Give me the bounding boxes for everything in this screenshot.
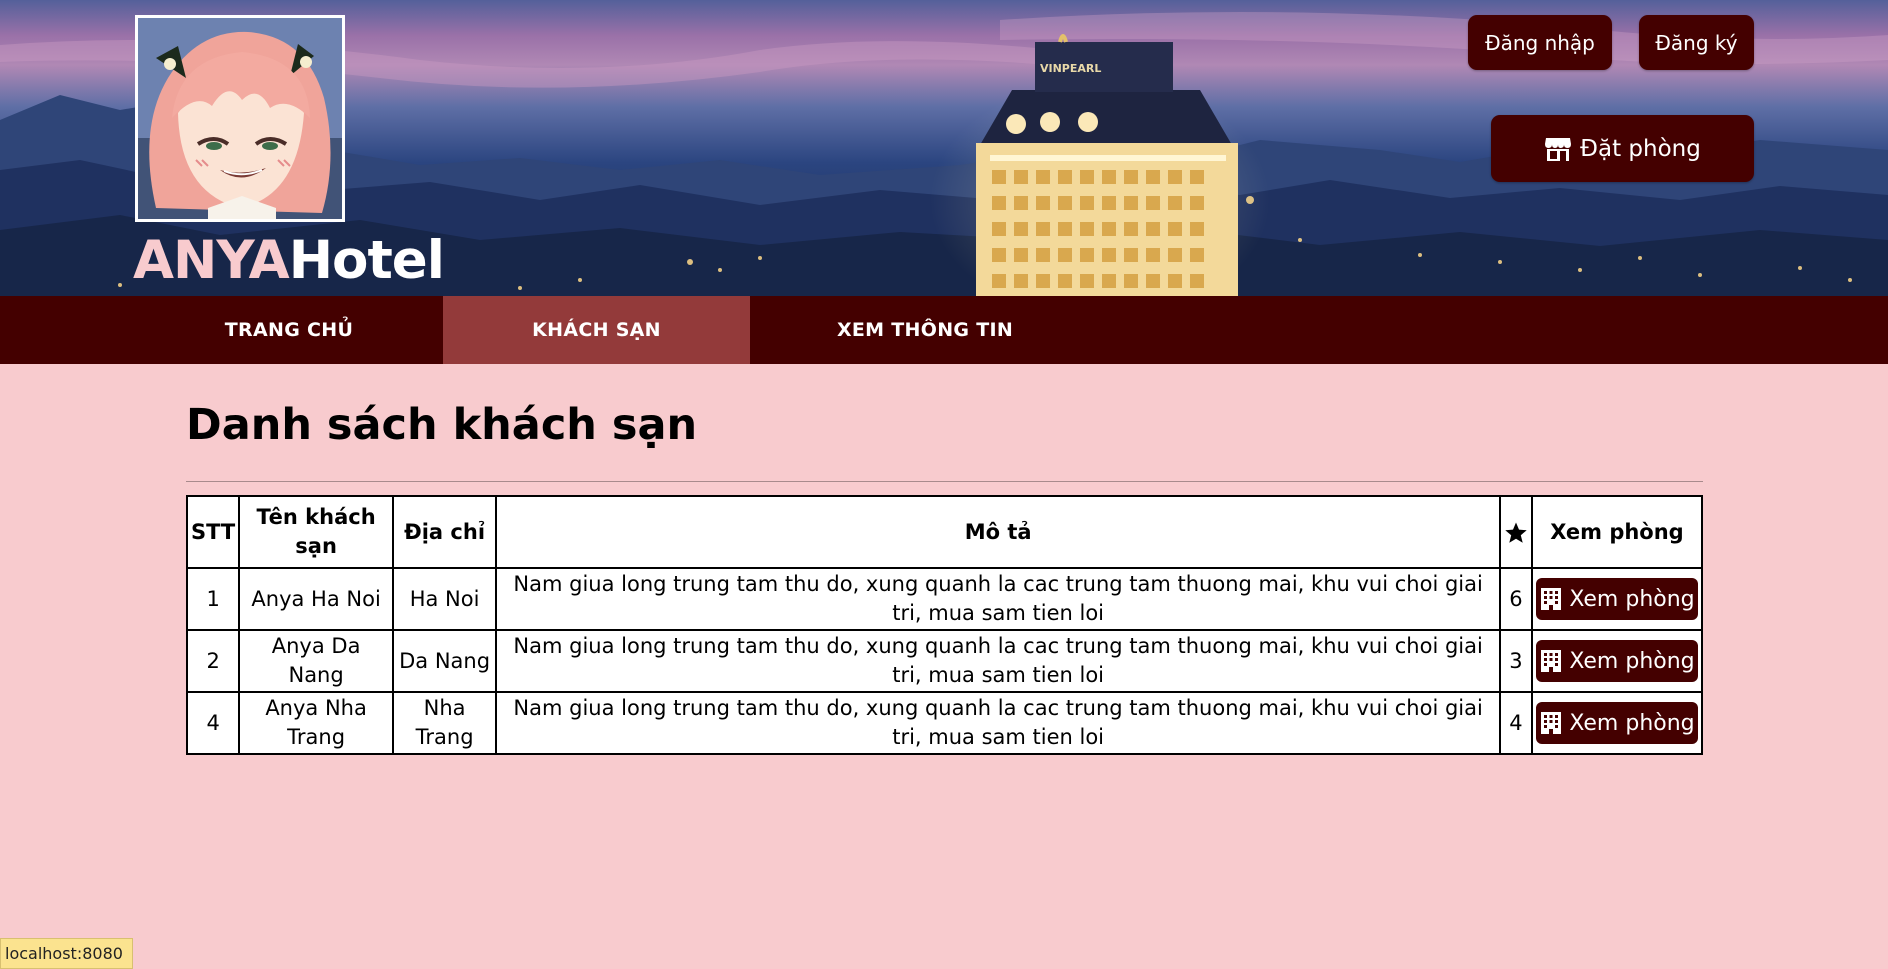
hotel-table: STT Tên khách sạn Địa chỉ Mô tả Xem phòn…: [185, 495, 1704, 755]
nav-item-home[interactable]: TRANG CHỦ: [136, 296, 442, 364]
header-view-room: Xem phòng: [1530, 495, 1704, 569]
view-room-button[interactable]: Xem phòng: [1535, 702, 1698, 744]
store-icon: [1545, 137, 1572, 161]
view-room-label: Xem phòng: [1569, 648, 1695, 674]
cell-rating: 6: [1498, 567, 1533, 631]
login-button[interactable]: Đăng nhập: [1468, 15, 1612, 70]
cell-rating: 4: [1498, 691, 1533, 755]
title-divider: [186, 481, 1703, 482]
header-hotel-name: Tên khách sạn: [238, 495, 394, 569]
cell-address: Ha Noi: [391, 567, 498, 631]
table-row: 2 Anya Da Nang Da Nang Nam giua long tru…: [185, 629, 1704, 693]
hotel-sign-text: VINPEARL: [1040, 62, 1101, 75]
book-room-button[interactable]: Đặt phòng: [1491, 115, 1754, 182]
main-navbar: TRANG CHỦ KHÁCH SẠN XEM THÔNG TIN: [0, 296, 1888, 364]
status-bar-url: localhost:8080: [0, 938, 133, 969]
header-description: Mô tả: [495, 495, 1501, 569]
avatar-logo: [135, 15, 345, 222]
cell-description: Nam giua long trung tam thu do, xung qua…: [495, 567, 1501, 631]
cell-address: Nha Trang: [391, 691, 498, 755]
cell-hotel-name: Anya Ha Noi: [238, 567, 394, 631]
brand-name-part1: ANYA: [133, 230, 290, 291]
header-rating: [1498, 495, 1533, 569]
page-title: Danh sách khách sạn: [186, 400, 698, 450]
book-room-label: Đặt phòng: [1580, 135, 1701, 162]
cell-action: Xem phòng: [1530, 629, 1704, 693]
star-icon: [1505, 522, 1527, 543]
cell-description: Nam giua long trung tam thu do, xung qua…: [495, 629, 1501, 693]
hotel-icon: [1541, 650, 1562, 672]
cell-stt: 4: [185, 691, 241, 755]
cell-stt: 2: [185, 629, 241, 693]
nav-item-view-info[interactable]: XEM THÔNG TIN: [751, 296, 1099, 364]
cell-rating: 3: [1498, 629, 1533, 693]
cell-hotel-name: Anya Da Nang: [238, 629, 394, 693]
nav-item-hotels[interactable]: KHÁCH SẠN: [443, 296, 750, 364]
cell-action: Xem phòng: [1530, 691, 1704, 755]
view-room-button[interactable]: Xem phòng: [1535, 640, 1698, 682]
brand-logo-text: ANYAHotel: [133, 224, 445, 296]
brand-name-part2: Hotel: [288, 230, 445, 291]
header-stt: STT: [185, 495, 241, 569]
anya-avatar-image: [138, 18, 342, 219]
hotel-icon: [1541, 712, 1562, 734]
table-row: 1 Anya Ha Noi Ha Noi Nam giua long trung…: [185, 567, 1704, 631]
header-address: Địa chỉ: [391, 495, 498, 569]
cell-hotel-name: Anya Nha Trang: [238, 691, 394, 755]
table-row: 4 Anya Nha Trang Nha Trang Nam giua long…: [185, 691, 1704, 755]
register-button[interactable]: Đăng ký: [1639, 15, 1754, 70]
hero-banner: VINPEARL ANYAHotel Đăng nhập Đăng ký Đặt…: [0, 0, 1888, 296]
cell-address: Da Nang: [391, 629, 498, 693]
cell-action: Xem phòng: [1530, 567, 1704, 631]
view-room-label: Xem phòng: [1569, 586, 1695, 612]
hotel-icon: [1541, 588, 1562, 610]
cell-stt: 1: [185, 567, 241, 631]
cell-description: Nam giua long trung tam thu do, xung qua…: [495, 691, 1501, 755]
table-header-row: STT Tên khách sạn Địa chỉ Mô tả Xem phòn…: [185, 495, 1704, 569]
view-room-button[interactable]: Xem phòng: [1535, 578, 1698, 620]
view-room-label: Xem phòng: [1569, 710, 1695, 736]
